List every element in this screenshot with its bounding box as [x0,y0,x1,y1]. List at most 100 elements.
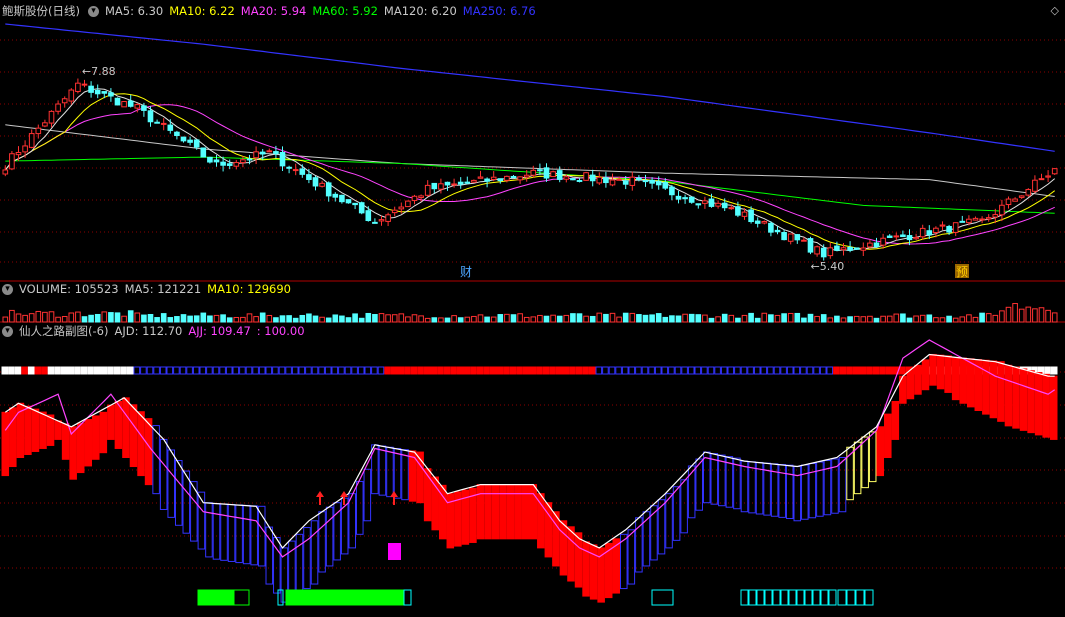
volume-bar [339,315,345,323]
status-strip-cell [720,366,728,375]
candle-body [9,153,15,170]
volume-bar [398,313,405,323]
candle-body [688,196,695,203]
candle-body [992,214,999,218]
status-strip-cell [331,366,339,375]
volume-bar [708,317,715,323]
status-strip-cell [555,366,563,375]
volume-bar [900,313,906,323]
stock-title[interactable]: 鲍斯股份(日线) [2,2,80,20]
status-strip-cell [404,366,411,375]
green-signal-block [215,589,234,606]
sub-step-bar [929,353,937,386]
volume-bar [385,314,391,323]
status-strip-cell [159,366,167,375]
status-strip-cell [800,366,807,375]
dropdown-icon[interactable] [2,325,13,337]
status-strip-cell [575,366,583,375]
status-strip-cell [232,366,240,375]
sub-step-bar [755,461,764,515]
candle-body [972,217,979,221]
status-strip-cell [430,366,438,375]
cyan-signal-block [764,589,773,606]
sub-step-bar [386,446,394,498]
green-signal-outline [233,589,250,606]
status-strip-cell [140,366,147,375]
status-strip-cell [456,366,464,375]
status-strip-cell [371,366,378,375]
candle-body [530,169,537,176]
volume-bar [669,315,675,323]
sub-step-bar [914,364,922,395]
cyan-signal-block [788,589,797,606]
volume-bar [999,310,1005,323]
candle-body [840,247,847,251]
sub-step-bar [861,436,869,489]
volume-bar [464,316,471,323]
status-strip-cell [509,366,517,375]
candle-body [1025,189,1032,196]
status-strip-cell [311,366,319,375]
volume-bar [629,312,636,323]
volume-bar [504,313,510,323]
status-strip-cell [846,366,853,375]
sub-step-bar [718,454,726,507]
maximize-diamond-icon[interactable]: ◇ [1051,4,1059,17]
status-strip-cell [113,366,121,375]
candle-body [1051,168,1058,175]
candle-body [596,176,603,184]
sub-step-bar [378,445,387,496]
volume-bar [431,317,438,323]
volume-bar [9,309,15,323]
volume-bar [523,316,530,323]
sub-step-bar [906,370,915,400]
status-strip-cell [344,366,352,375]
candle-body [781,231,787,241]
volume-bar [741,314,748,323]
volume-bar [438,317,444,323]
main-indicator-4: MA120: 6.20 [383,4,457,18]
candle-body [880,237,886,246]
candle-body [985,217,992,220]
status-strip-cell [641,366,649,375]
main-indicator-5: MA250: 6.76 [462,4,536,18]
status-strip-cell [437,366,444,375]
sub-step-bar [242,504,251,565]
status-strip-cell [390,366,398,375]
main-indicator-3: MA60: 5.92 [312,4,378,18]
main-indicator-2: MA20: 5.94 [240,4,307,18]
main-legend: 鲍斯股份(日线) MA5: 6.30MA10: 6.22MA20: 5.94MA… [0,2,548,20]
dropdown-icon[interactable] [87,5,99,17]
candle-body [154,121,160,124]
sub-step-bar [152,425,160,495]
sub-step-bar [499,484,507,540]
candle-body [2,169,9,175]
sub-step-bar [310,520,319,585]
volume-bar [550,314,556,323]
volume-bar [378,313,385,323]
volume-bar [28,313,35,323]
candle-body [490,176,497,180]
volume-bar [933,317,939,323]
status-strip-cell [608,366,616,375]
dropdown-icon[interactable] [2,283,13,295]
status-strip-cell [291,366,299,375]
candle-body [748,209,754,223]
volume-bar [543,315,550,323]
candle-body [457,181,464,185]
sub-step-bar [559,520,568,576]
status-strip-cell [199,366,207,375]
candle-body [61,98,68,104]
volume-bar [616,316,622,323]
volume-bar [134,312,141,323]
candle-body [253,151,259,159]
candle-body [814,246,820,255]
volume-bar [497,314,504,323]
candle-body [728,207,735,210]
sub-indicator-1: AJD: 112.70 [114,324,183,338]
ma60-line [5,156,1055,214]
candle-body [68,89,75,102]
volume-bar [853,315,860,323]
sub-step-bar [39,411,47,449]
status-strip-cell [285,366,292,375]
